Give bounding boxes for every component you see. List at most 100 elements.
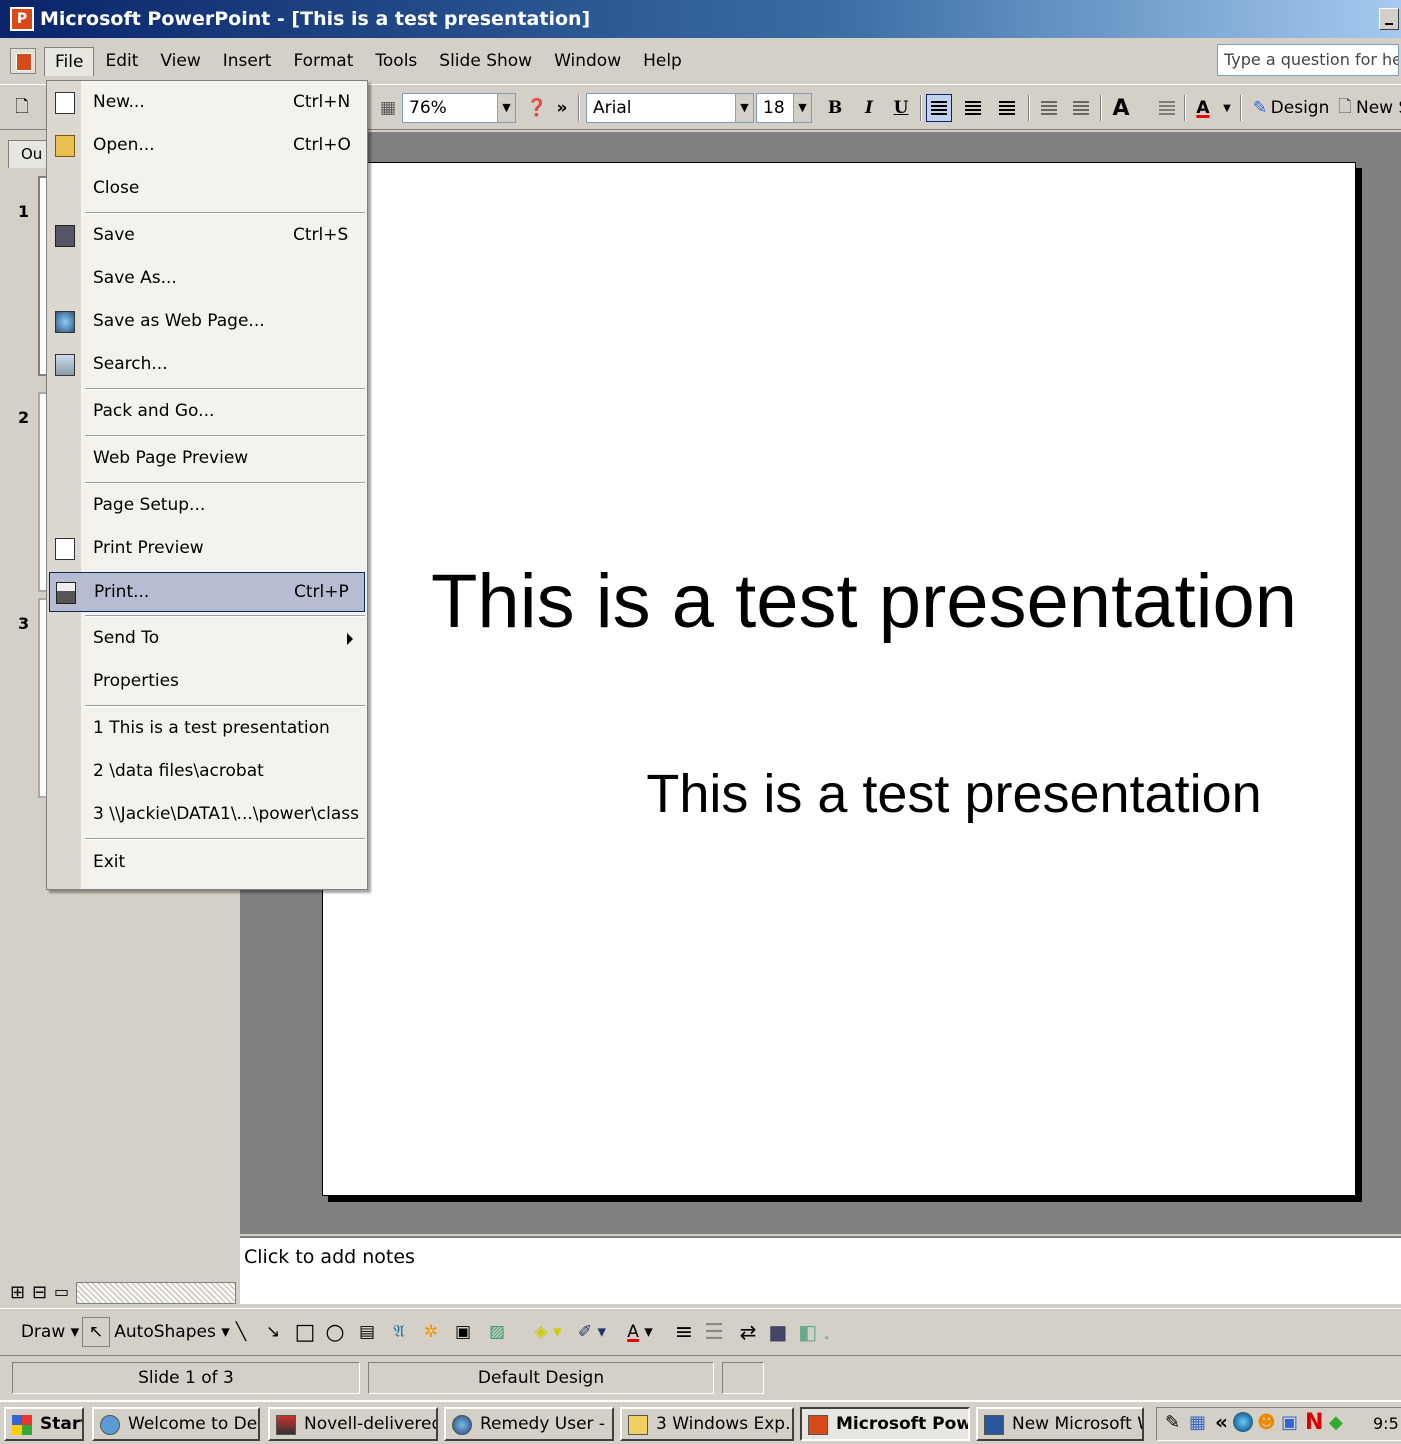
menu-item-save-as-web-page[interactable]: Save as Web Page...: [49, 302, 365, 342]
select-pointer-icon[interactable]: ↖: [82, 1317, 110, 1347]
menu-item-send-to[interactable]: Send To: [49, 619, 365, 659]
arrow-icon[interactable]: ↘: [262, 1317, 284, 1347]
help-assistant-icon[interactable]: ❓: [522, 93, 552, 123]
slide-title[interactable]: This is a test presentation: [323, 558, 1355, 645]
document-icon[interactable]: [10, 48, 36, 74]
wordart-icon[interactable]: 𝔄: [386, 1317, 412, 1347]
tray-expand-chevron-icon[interactable]: «: [1215, 1410, 1228, 1434]
new-slide-button[interactable]: New Sl: [1356, 93, 1401, 123]
clip-art-icon[interactable]: ▣: [450, 1317, 476, 1347]
grid-icon[interactable]: ▦: [376, 93, 400, 123]
text-color-icon[interactable]: A ▾: [620, 1317, 660, 1347]
numbering-button[interactable]: [1036, 94, 1062, 122]
oval-icon[interactable]: ○: [322, 1317, 348, 1347]
align-right-button[interactable]: [994, 94, 1020, 122]
taskbar-item-word[interactable]: New Microsoft W...: [976, 1407, 1144, 1441]
minimize-button[interactable]: [1379, 8, 1399, 30]
menu-insert[interactable]: Insert: [212, 46, 283, 76]
italic-button[interactable]: I: [856, 94, 882, 122]
taskbar-item-remedy[interactable]: Remedy User - [...: [444, 1407, 614, 1441]
menu-item-search[interactable]: Search...: [49, 345, 365, 385]
font-color-button[interactable]: A: [1190, 94, 1216, 122]
font-size-combo[interactable]: 18 ▼: [756, 93, 812, 123]
menu-item-new[interactable]: New... Ctrl+N: [49, 83, 365, 123]
menu-item-exit[interactable]: Exit: [49, 843, 365, 883]
toolbar-overflow-icon[interactable]: »: [554, 93, 570, 123]
rectangle-icon[interactable]: □: [292, 1317, 318, 1347]
help-question-input[interactable]: Type a question for help: [1217, 44, 1399, 76]
menu-item-pack-and-go[interactable]: Pack and Go...: [49, 392, 365, 432]
line-style-icon[interactable]: ≡: [672, 1317, 696, 1347]
font-combo[interactable]: Arial ▼: [586, 93, 754, 123]
people-tray-icon[interactable]: ☻: [1257, 1412, 1276, 1433]
chevron-down-icon[interactable]: ▼: [793, 94, 811, 122]
clock[interactable]: 9:5: [1373, 1414, 1399, 1433]
outline-tab[interactable]: Ou: [8, 140, 48, 168]
start-button[interactable]: Start: [4, 1407, 84, 1441]
autoshapes-menu-button[interactable]: AutoShapes ▾: [114, 1317, 230, 1347]
chevron-down-icon[interactable]: ▼: [1220, 93, 1234, 123]
design-button[interactable]: Design: [1271, 93, 1330, 123]
taskbar-item-novell[interactable]: Novell-delivered ...: [268, 1407, 438, 1441]
menu-item-save-as[interactable]: Save As...: [49, 259, 365, 299]
bold-button[interactable]: B: [822, 94, 848, 122]
menu-item-recent-1[interactable]: 1 This is a test presentation: [49, 709, 365, 749]
arrow-style-icon[interactable]: ⇄: [736, 1317, 760, 1347]
taskbar-item-powerpoint[interactable]: Microsoft Pow...: [800, 1407, 970, 1441]
notes-pane[interactable]: Click to add notes: [240, 1236, 1401, 1304]
menu-item-print[interactable]: Print... Ctrl+P: [49, 572, 365, 612]
menu-file[interactable]: File: [44, 46, 95, 76]
menu-window[interactable]: Window: [543, 46, 632, 76]
menu-edit[interactable]: Edit: [94, 46, 149, 76]
line-color-icon[interactable]: ✐ ▾: [572, 1317, 612, 1347]
menu-item-save[interactable]: Save Ctrl+S: [49, 216, 365, 256]
fill-color-icon[interactable]: ◈ ▾: [528, 1317, 568, 1347]
slide-subtitle[interactable]: This is a test presentation: [323, 763, 1355, 825]
normal-view-icon[interactable]: ⊞: [10, 1282, 25, 1303]
menu-item-recent-3[interactable]: 3 \\Jackie\DATA1\...\power\class: [49, 795, 365, 835]
menu-item-open[interactable]: Open... Ctrl+O: [49, 126, 365, 166]
chevron-down-icon[interactable]: ▼: [497, 94, 515, 122]
new-document-icon[interactable]: 🗋: [12, 93, 32, 123]
underline-button[interactable]: U: [888, 94, 914, 122]
norton-tray-icon[interactable]: N: [1305, 1410, 1323, 1435]
shadow-style-icon[interactable]: ■: [766, 1317, 790, 1347]
powerpoint-app-icon[interactable]: P: [10, 7, 34, 31]
menu-slide-show[interactable]: Slide Show: [428, 46, 543, 76]
menu-item-close[interactable]: Close: [49, 169, 365, 209]
menu-tools[interactable]: Tools: [364, 46, 428, 76]
draw-menu-button[interactable]: Draw ▾: [20, 1317, 80, 1347]
update-tray-icon[interactable]: ◆: [1329, 1412, 1343, 1433]
horizontal-scrollbar[interactable]: [76, 1282, 236, 1304]
taskbar-item-explorer[interactable]: 3 Windows Exp...: [620, 1407, 794, 1441]
bullets-button[interactable]: [1068, 94, 1094, 122]
3d-style-icon[interactable]: ◧ .: [798, 1317, 830, 1347]
picture-icon[interactable]: ▨: [484, 1317, 510, 1347]
align-left-button[interactable]: [926, 94, 952, 122]
chevron-down-icon[interactable]: ▼: [735, 94, 753, 122]
menu-item-page-setup[interactable]: Page Setup...: [49, 486, 365, 526]
menu-item-print-preview[interactable]: Print Preview: [49, 529, 365, 569]
menu-format[interactable]: Format: [282, 46, 364, 76]
pen-tray-icon[interactable]: ✎: [1165, 1412, 1180, 1433]
diagram-icon[interactable]: ✲: [418, 1317, 444, 1347]
decrease-indent-button[interactable]: [1154, 94, 1180, 122]
menu-item-properties[interactable]: Properties: [49, 662, 365, 702]
globe-tray-icon[interactable]: [1233, 1412, 1253, 1432]
menu-view[interactable]: View: [149, 46, 211, 76]
text-box-icon[interactable]: ▤: [354, 1317, 380, 1347]
menu-item-recent-2[interactable]: 2 \data files\acrobat: [49, 752, 365, 792]
display-tray-icon[interactable]: ▣: [1281, 1412, 1298, 1433]
menu-help[interactable]: Help: [632, 46, 693, 76]
dash-style-icon[interactable]: ☰: [702, 1317, 726, 1347]
menu-item-web-page-preview[interactable]: Web Page Preview: [49, 439, 365, 479]
align-center-button[interactable]: [960, 94, 986, 122]
network-tray-icon[interactable]: ▦: [1189, 1412, 1206, 1433]
line-icon[interactable]: ╲: [230, 1317, 252, 1347]
increase-font-size-button[interactable]: A: [1108, 94, 1134, 122]
slide-sorter-view-icon[interactable]: ⊟: [32, 1282, 47, 1303]
taskbar-item-dell[interactable]: Welcome to Dell...: [92, 1407, 260, 1441]
slide-show-view-icon[interactable]: ▭: [54, 1282, 69, 1301]
zoom-combo[interactable]: 76% ▼: [402, 93, 516, 123]
slide-canvas[interactable]: This is a test presentation This is a te…: [322, 162, 1356, 1196]
